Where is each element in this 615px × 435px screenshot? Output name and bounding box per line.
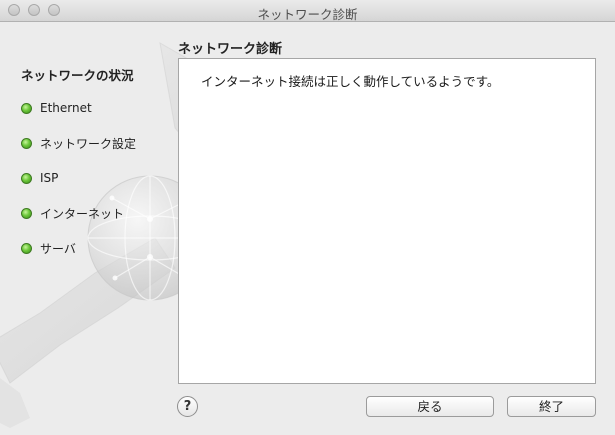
title-bar: ネットワーク診断: [0, 0, 615, 22]
status-label: ISP: [40, 171, 59, 185]
status-item-network-settings: ネットワーク設定: [21, 134, 136, 152]
zoom-window-button[interactable]: [48, 4, 60, 16]
network-diagnostics-window: ネットワーク診断 ネットワークの状況 Ethernet ネットワーク設定 ISP…: [0, 0, 615, 435]
status-item-server: サーバ: [21, 239, 76, 257]
finish-button[interactable]: 終了: [507, 396, 596, 417]
minimize-window-button[interactable]: [28, 4, 40, 16]
sidebar-title: ネットワークの状況: [21, 68, 134, 83]
help-button[interactable]: ?: [177, 396, 198, 417]
status-ok-icon: [21, 207, 32, 219]
status-label: サーバ: [40, 241, 76, 256]
status-item-internet: インターネット: [21, 204, 124, 222]
status-ok-icon: [21, 137, 32, 149]
close-window-button[interactable]: [8, 4, 20, 16]
diagnostic-result-text: インターネット接続は正しく動作しているようです。: [201, 74, 500, 89]
status-label: Ethernet: [40, 101, 92, 115]
status-label: インターネット: [40, 206, 125, 221]
back-button[interactable]: 戻る: [366, 396, 494, 417]
window-title: ネットワーク診断: [257, 7, 358, 22]
status-ok-icon: [21, 242, 32, 254]
status-ok-icon: [21, 102, 32, 114]
status-item-ethernet: Ethernet: [21, 99, 92, 117]
status-item-isp: ISP: [21, 169, 58, 187]
section-title: ネットワーク診断: [178, 42, 283, 57]
diagnostic-result-panel: インターネット接続は正しく動作しているようです。: [178, 58, 596, 384]
status-ok-icon: [21, 172, 32, 184]
status-label: ネットワーク設定: [40, 136, 137, 151]
